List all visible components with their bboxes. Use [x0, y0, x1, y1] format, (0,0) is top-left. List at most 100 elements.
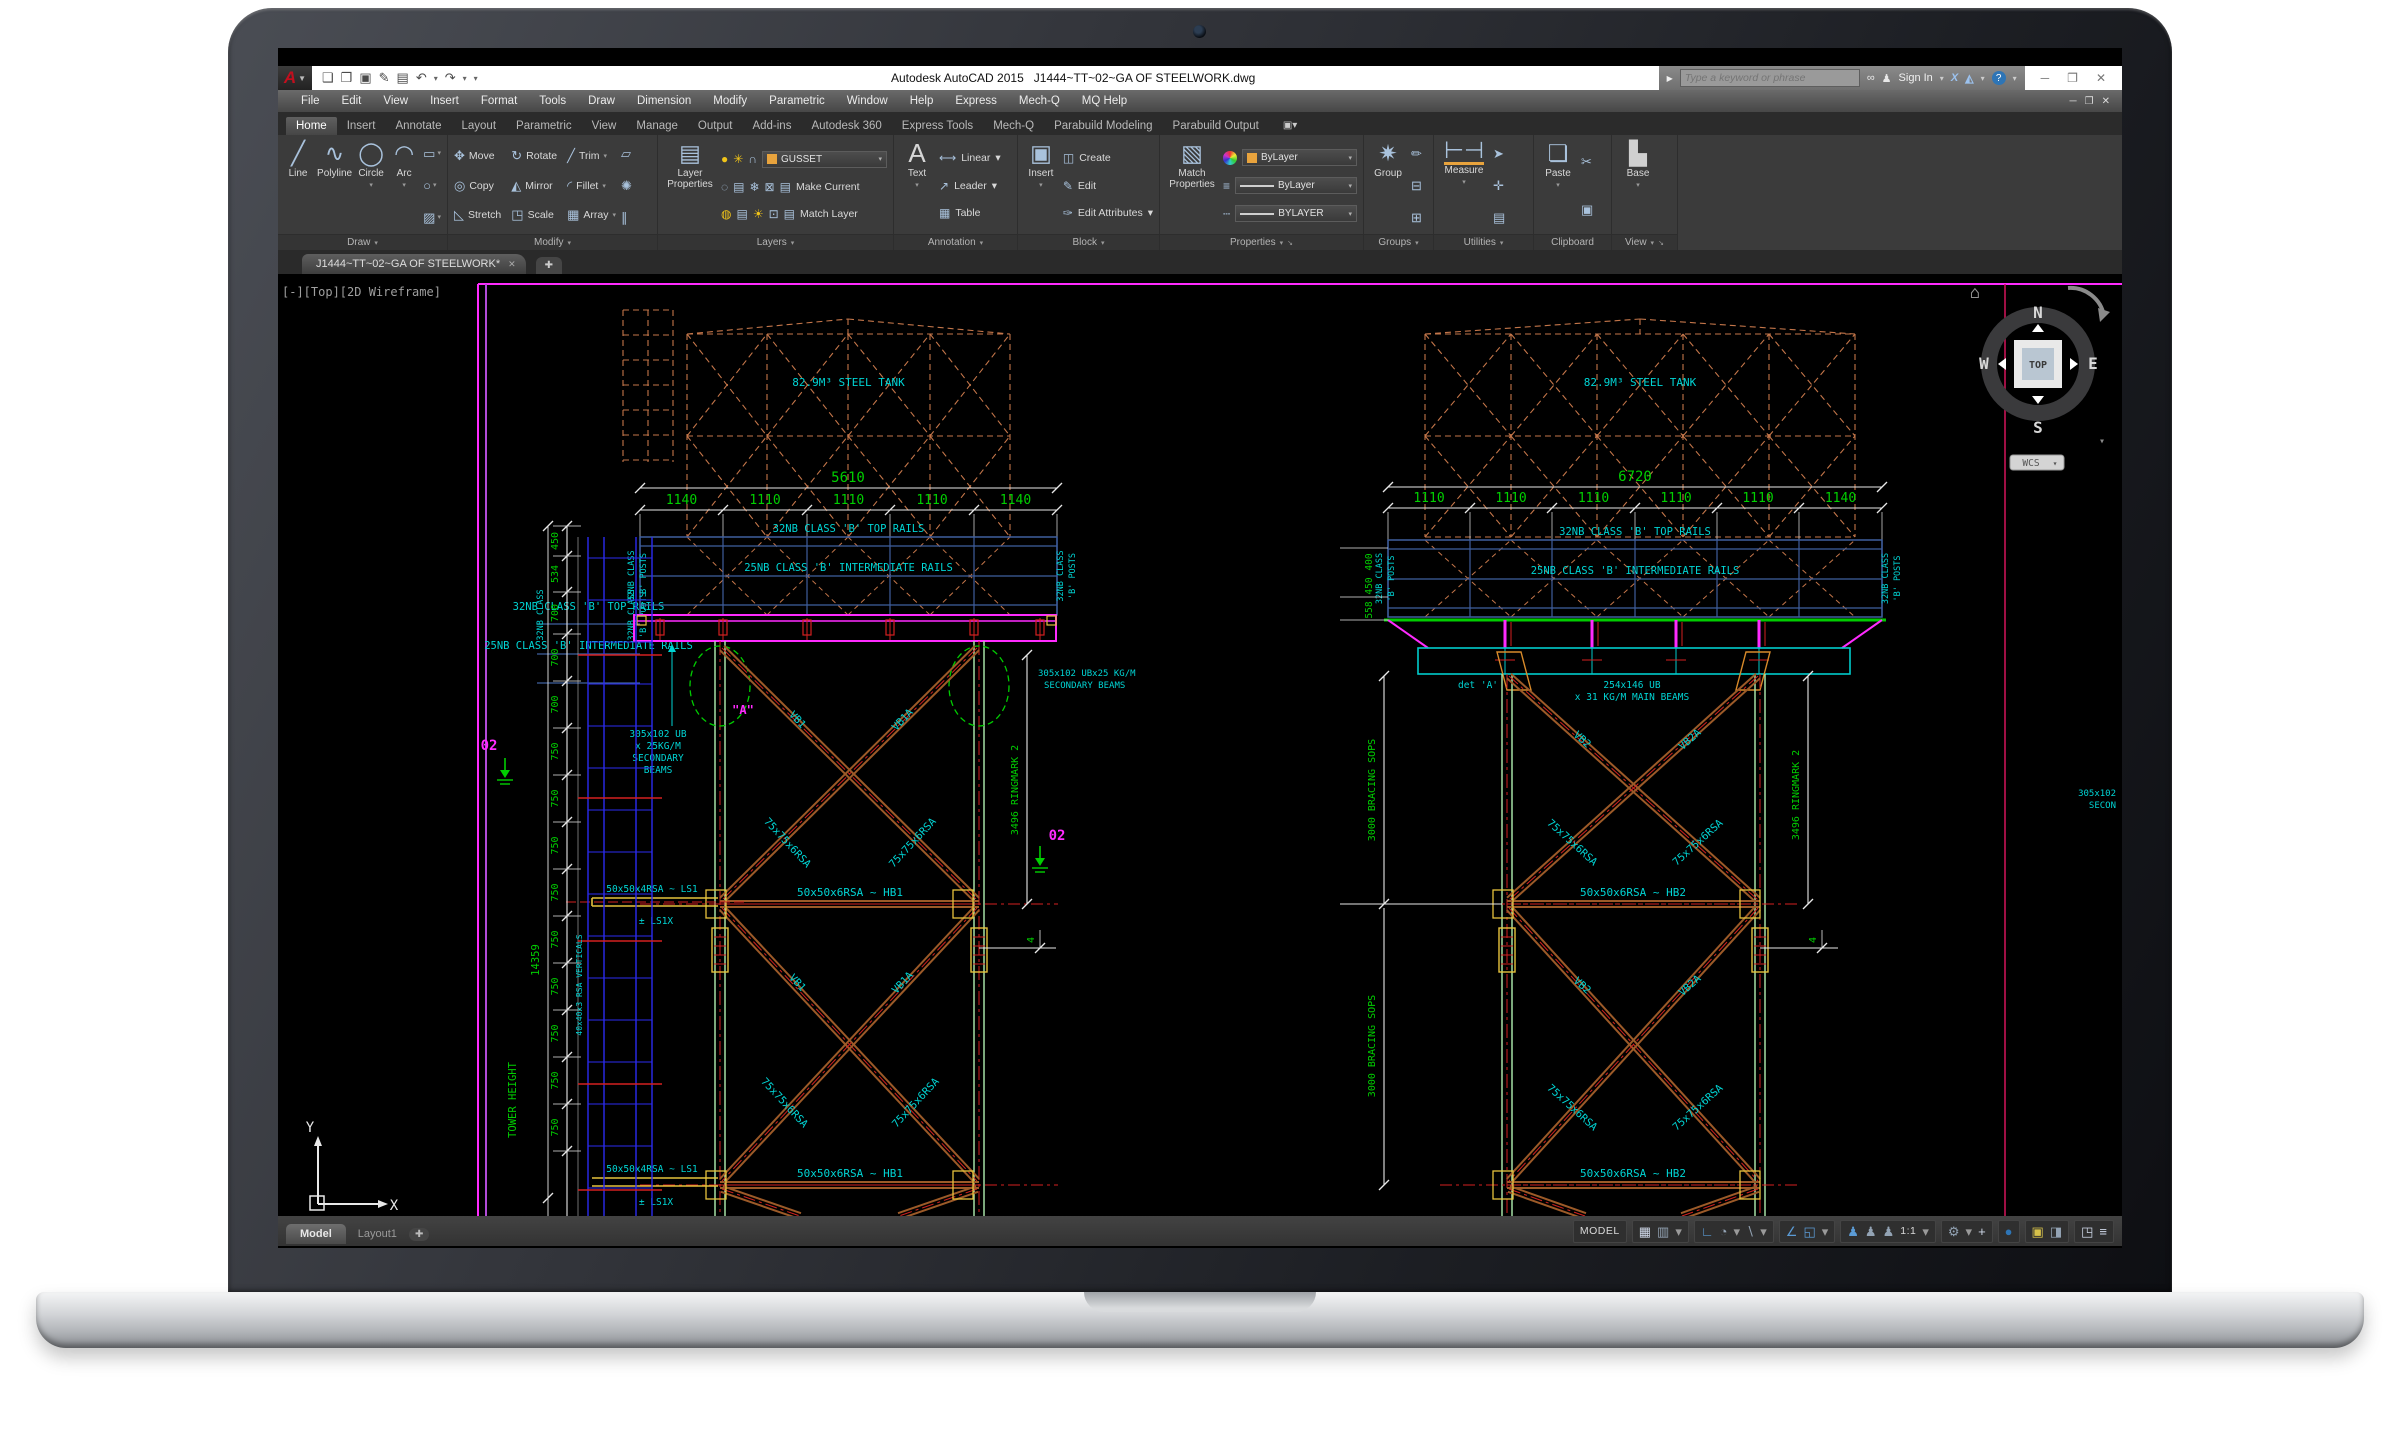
sign-in-button[interactable]: Sign In [1899, 72, 1933, 84]
layer-lock-icon[interactable]: ⊠ [765, 180, 775, 194]
menu-item-insert[interactable]: Insert [419, 95, 470, 107]
undo-icon[interactable]: ↶ [416, 70, 427, 86]
insert-button[interactable]: ▣Insert▾ [1024, 138, 1058, 233]
ribbon-tab-parabuild-output[interactable]: Parabuild Output [1163, 117, 1269, 135]
match-layer-button[interactable]: Match Layer [800, 208, 858, 220]
view-expander-icon[interactable]: ↘ [1658, 239, 1664, 247]
osnap-tracking-icon[interactable]: ∠ [1786, 1225, 1798, 1238]
menu-item-dimension[interactable]: Dimension [626, 95, 702, 107]
linear-dim-button[interactable]: ⟷Linear▾ [939, 151, 1001, 165]
panel-title-view[interactable]: View▾↘ [1612, 234, 1677, 250]
layer-unisolate-icon[interactable]: ▤ [736, 207, 747, 221]
doc-close-icon[interactable]: ✕ [2102, 96, 2110, 107]
paste-button[interactable]: ❏Paste▾ [1540, 138, 1576, 233]
undo-dropdown-icon[interactable]: ▾ [434, 74, 438, 83]
copy-clip-button[interactable]: ▣ [1581, 203, 1593, 216]
offset-button[interactable]: ∥ [621, 211, 632, 224]
edit-block-button[interactable]: ✎Edit [1063, 179, 1153, 193]
panel-title-properties[interactable]: Properties▾↘ [1160, 234, 1363, 250]
edit-attributes-button[interactable]: ✑Edit Attributes▾ [1063, 206, 1153, 220]
osnap-icon[interactable]: ◱ [1803, 1225, 1815, 1238]
ribbon-tab-parametric[interactable]: Parametric [506, 117, 582, 135]
save-as-icon[interactable]: ✎ [379, 70, 390, 86]
quick-select-button[interactable]: ➤ [1493, 147, 1505, 160]
close-button[interactable]: ✕ [2096, 71, 2106, 85]
menu-item-format[interactable]: Format [470, 95, 528, 107]
scale-value[interactable]: 1:1 [1900, 1225, 1916, 1237]
array-button[interactable]: ▦Array▾ [567, 207, 616, 223]
erase-button[interactable]: ▱ [621, 147, 632, 160]
ribbon-tab-insert[interactable]: Insert [337, 117, 386, 135]
search-binoculars-icon[interactable]: ∞ [1867, 72, 1875, 84]
doc-restore-icon[interactable]: ❐ [2085, 96, 2094, 107]
layer-dropdown[interactable]: GUSSET▾ [762, 151, 887, 168]
fullscreen-icon[interactable]: ◳ [2081, 1225, 2093, 1238]
layer-thaw-icon[interactable]: ✳ [733, 152, 743, 166]
autocad-app-button[interactable]: A▼ [278, 66, 312, 90]
workspace-dropdown-icon[interactable]: ▾ [1966, 1225, 1973, 1238]
lineweight-dropdown[interactable]: ByLayer▾ [1235, 177, 1357, 194]
layer-on-icon[interactable]: ● [721, 152, 728, 166]
new-layout-button[interactable]: ✚ [409, 1228, 429, 1241]
ribbon-tab-view[interactable]: View [582, 117, 627, 135]
make-current-button[interactable]: Make Current [796, 181, 860, 193]
redo-dropdown-icon[interactable]: ▾ [463, 74, 467, 83]
ribbon-tab-layout[interactable]: Layout [452, 117, 507, 135]
mirror-button[interactable]: ◭Mirror [511, 178, 557, 194]
create-block-button[interactable]: ◫Create [1063, 151, 1153, 165]
ribbon-tab-autodesk-360[interactable]: Autodesk 360 [801, 117, 891, 135]
layer-thaw2-icon[interactable]: ☀ [753, 207, 764, 221]
isometric-drafting-icon[interactable]: ∖ [1746, 1225, 1754, 1238]
quick-calc-button[interactable]: ▤ [1493, 211, 1505, 224]
menu-item-help[interactable]: Help [899, 95, 945, 107]
cad-drawing[interactable]: 82.9M³ STEEL TANK56101140111011101110114… [278, 274, 2122, 1216]
menu-item-modify[interactable]: Modify [702, 95, 758, 107]
group-button[interactable]: ✷Group [1370, 138, 1406, 233]
a360-dropdown-icon[interactable]: ▾ [1981, 74, 1985, 83]
move-button[interactable]: ✥Move [454, 148, 501, 164]
circle-button[interactable]: ◯Circle▾ [357, 138, 385, 233]
leader-button[interactable]: ↗Leader▾ [939, 179, 1001, 193]
panel-title-block[interactable]: Block▾ [1018, 234, 1159, 250]
new-drawing-tab-button[interactable]: ✚ [536, 257, 562, 274]
status-menu-icon[interactable]: ≡ [2099, 1225, 2107, 1238]
match-properties-button[interactable]: ▧Match Properties [1166, 138, 1218, 233]
polyline-button[interactable]: ∿Polyline [317, 138, 352, 233]
customize-plus-icon[interactable]: + [1978, 1225, 1986, 1238]
line-button[interactable]: ╱Line [284, 138, 312, 233]
save-icon[interactable]: ▣ [359, 70, 371, 86]
palette-icon[interactable]: ▣ [2032, 1225, 2044, 1238]
open-icon[interactable]: ❒ [341, 70, 353, 86]
exchange-apps-icon[interactable]: X [1951, 72, 1958, 84]
qat-customize-icon[interactable]: ▾ [474, 74, 478, 83]
menu-item-mq-help[interactable]: MQ Help [1071, 95, 1138, 107]
menu-item-mech-q[interactable]: Mech-Q [1008, 95, 1071, 107]
search-input[interactable] [1680, 69, 1860, 87]
panel-title-modify[interactable]: Modify▾ [448, 234, 657, 250]
linetype-dropdown[interactable]: BYLAYER▾ [1235, 205, 1357, 222]
snap-icon[interactable]: ▥ [1657, 1225, 1669, 1238]
minimize-button[interactable]: ─ [2041, 71, 2050, 85]
model-space-button[interactable]: MODEL [1580, 1225, 1620, 1237]
help-icon[interactable]: ? [1992, 71, 2006, 85]
layer-properties-button[interactable]: ▤Layer Properties [664, 138, 716, 233]
restore-button[interactable]: ❐ [2067, 71, 2078, 85]
menu-item-file[interactable]: File [290, 95, 331, 107]
ribbon-tab-parabuild-modeling[interactable]: Parabuild Modeling [1044, 117, 1162, 135]
ribbon-tab-express-tools[interactable]: Express Tools [892, 117, 983, 135]
menu-item-view[interactable]: View [372, 95, 419, 107]
explode-button[interactable]: ✺ [621, 179, 632, 192]
polar-tracking-icon[interactable]: ◔ [1720, 1225, 1728, 1238]
point-button[interactable]: ✛ [1493, 179, 1505, 192]
base-button[interactable]: ▙Base▾ [1618, 138, 1658, 233]
ellipse-button[interactable]: ○▾ [423, 179, 441, 192]
layer-off-icon[interactable]: ◌ [721, 180, 728, 194]
text-button[interactable]: AText▾ [900, 138, 934, 233]
panel-title-groups[interactable]: Groups▾ [1364, 234, 1433, 250]
properties-expander-icon[interactable]: ↘ [1287, 239, 1293, 247]
menu-item-draw[interactable]: Draw [577, 95, 626, 107]
viewcube[interactable]: NWESTOP⌂▾WCS▾ [1970, 283, 2110, 470]
drawing-canvas[interactable]: 82.9M³ STEEL TANK56101140111011101110114… [278, 274, 2122, 1216]
layer-unlock2-icon[interactable]: ⊡ [769, 207, 779, 221]
panel-title-layers[interactable]: Layers▾ [658, 234, 893, 250]
